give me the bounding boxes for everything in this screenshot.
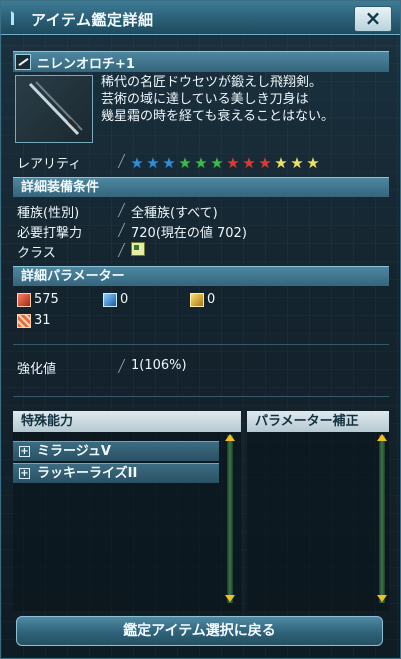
item-appraisal-window: アイテム鑑定詳細 × ニレンオロチ+1 稀代の名匠ドウセツが鍛えし飛翔剣。 芸術… bbox=[0, 0, 401, 659]
required-attack-value: 720(現在の値 702) bbox=[131, 226, 247, 241]
star-icon: ★ bbox=[274, 154, 288, 172]
star-icon: ★ bbox=[194, 154, 208, 172]
star-icon: ★ bbox=[306, 154, 320, 172]
divider bbox=[13, 396, 389, 397]
separator bbox=[117, 154, 126, 168]
item-name: ニレンオロチ+1 bbox=[37, 57, 135, 72]
race-label: 種族(性別) bbox=[17, 206, 80, 221]
requirements-header: 詳細装備条件 bbox=[13, 177, 389, 197]
ranged-power-icon bbox=[103, 293, 117, 307]
scroll-up-icon[interactable] bbox=[225, 434, 235, 441]
rarity-label: レアリティ bbox=[17, 157, 82, 172]
grind-value: 1(106%) bbox=[131, 358, 187, 373]
star-icon: ★ bbox=[162, 154, 176, 172]
scroll-down-icon[interactable] bbox=[225, 595, 235, 602]
bonus-scrollbar[interactable] bbox=[379, 435, 385, 603]
title-decoration-icon bbox=[11, 11, 24, 25]
separator bbox=[117, 243, 126, 257]
sword-icon bbox=[28, 81, 83, 136]
parameters-header: 詳細パラメーター bbox=[13, 266, 389, 286]
scroll-down-icon[interactable] bbox=[377, 595, 387, 602]
melee-power-icon bbox=[17, 293, 31, 307]
ability-item[interactable]: + ミラージュV bbox=[13, 441, 219, 461]
race-value: 全種族(すべて) bbox=[131, 206, 218, 221]
abilities-header: 特殊能力 bbox=[13, 411, 241, 432]
ranged-power-value: 0 bbox=[120, 292, 129, 307]
star-icon: ★ bbox=[178, 154, 192, 172]
abilities-panel: 特殊能力 + ミラージュV + ラッキーライズII bbox=[13, 411, 241, 611]
star-icon: ★ bbox=[146, 154, 160, 172]
abilities-scrollbar[interactable] bbox=[227, 435, 233, 603]
close-button[interactable]: × bbox=[354, 6, 392, 32]
item-description: 稀代の名匠ドウセツが鍛えし飛翔剣。 芸術の域に達している美しき刀身は 幾星霜の時… bbox=[101, 75, 334, 124]
window-title: アイテム鑑定詳細 bbox=[31, 11, 154, 29]
parameter-bonus-header: パラメーター補正 bbox=[247, 411, 389, 432]
melee-power-value: 575 bbox=[34, 292, 59, 307]
separator bbox=[117, 223, 126, 237]
divider bbox=[13, 344, 389, 345]
defense-icon bbox=[17, 314, 31, 328]
grind-label: 強化値 bbox=[17, 362, 57, 377]
separator bbox=[117, 359, 126, 373]
ability-item[interactable]: + ラッキーライズII bbox=[13, 463, 219, 483]
scroll-up-icon[interactable] bbox=[377, 434, 387, 441]
star-icon: ★ bbox=[290, 154, 304, 172]
rarity-stars: ★ ★ ★ ★ ★ ★ ★ ★ ★ ★ ★ ★ bbox=[129, 153, 321, 172]
star-icon: ★ bbox=[242, 154, 256, 172]
tech-power-value: 0 bbox=[207, 292, 216, 307]
twin-saber-icon bbox=[15, 54, 31, 70]
star-icon: ★ bbox=[130, 154, 144, 172]
back-to-selection-button[interactable]: 鑑定アイテム選択に戻る bbox=[16, 616, 383, 646]
item-image bbox=[15, 75, 93, 143]
star-icon: ★ bbox=[210, 154, 224, 172]
defense-value: 31 bbox=[34, 313, 51, 328]
expand-icon[interactable]: + bbox=[19, 468, 30, 479]
separator bbox=[117, 203, 126, 217]
ability-name: ラッキーライズII bbox=[37, 466, 138, 481]
class-icon bbox=[131, 242, 145, 256]
title-bar: アイテム鑑定詳細 × bbox=[1, 1, 400, 35]
star-icon: ★ bbox=[226, 154, 240, 172]
required-attack-label: 必要打撃力 bbox=[17, 226, 83, 241]
star-icon: ★ bbox=[258, 154, 272, 172]
parameter-bonus-panel: パラメーター補正 bbox=[247, 411, 389, 611]
expand-icon[interactable]: + bbox=[19, 446, 30, 457]
class-label: クラス bbox=[17, 246, 56, 261]
tech-power-icon bbox=[190, 293, 204, 307]
item-name-bar: ニレンオロチ+1 bbox=[13, 51, 389, 72]
ability-name: ミラージュV bbox=[37, 444, 111, 459]
